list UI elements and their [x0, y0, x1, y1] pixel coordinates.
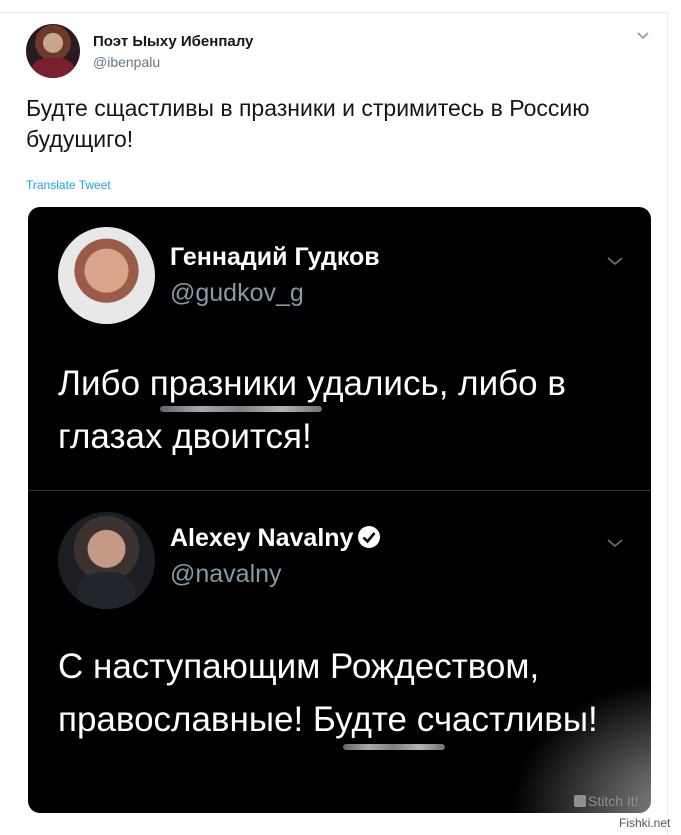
- stitch-it-badge: Stitch It!: [574, 793, 639, 809]
- top-divider: [0, 0, 668, 13]
- navalny-avatar: [58, 512, 155, 609]
- chevron-down-icon: [607, 539, 623, 548]
- translate-tweet-link[interactable]: Translate Tweet: [26, 178, 111, 192]
- quoted-text-gudkov: Либо празники удались, либо в глазах дво…: [58, 364, 566, 456]
- quoted-handle-navalny: @navalny: [170, 560, 282, 588]
- chevron-down-icon: [607, 257, 623, 266]
- verified-badge-icon: [358, 526, 381, 548]
- screen-glare: [498, 667, 651, 813]
- quoted-handle-gudkov: @gudkov_g: [170, 279, 304, 307]
- quoted-screenshot: Геннадий Гудков @gudkov_g Либо празники …: [28, 207, 651, 813]
- author-name[interactable]: Поэт Ыыху Ибенпалу: [93, 33, 253, 50]
- highlight-underline: [343, 744, 445, 750]
- stitch-icon: [574, 795, 586, 807]
- quoted-name-gudkov: Геннадий Гудков: [170, 243, 380, 271]
- watermark: Fishki.net: [617, 816, 673, 830]
- tweet-text: Будте сщастливы в празники и стримитесь …: [26, 95, 590, 152]
- author-avatar[interactable]: [26, 24, 80, 78]
- quoted-name-navalny: Alexey Navalny: [170, 524, 381, 553]
- gudkov-avatar: [58, 227, 155, 324]
- stitch-label: Stitch It!: [588, 793, 639, 809]
- chevron-down-icon[interactable]: [636, 28, 650, 42]
- author-handle[interactable]: @ibenpalu: [93, 54, 160, 70]
- quoted-divider: [28, 490, 651, 491]
- right-divider: [667, 12, 668, 835]
- highlight-underline: [160, 406, 322, 412]
- quoted-name-navalny-text: Alexey Navalny: [170, 524, 354, 552]
